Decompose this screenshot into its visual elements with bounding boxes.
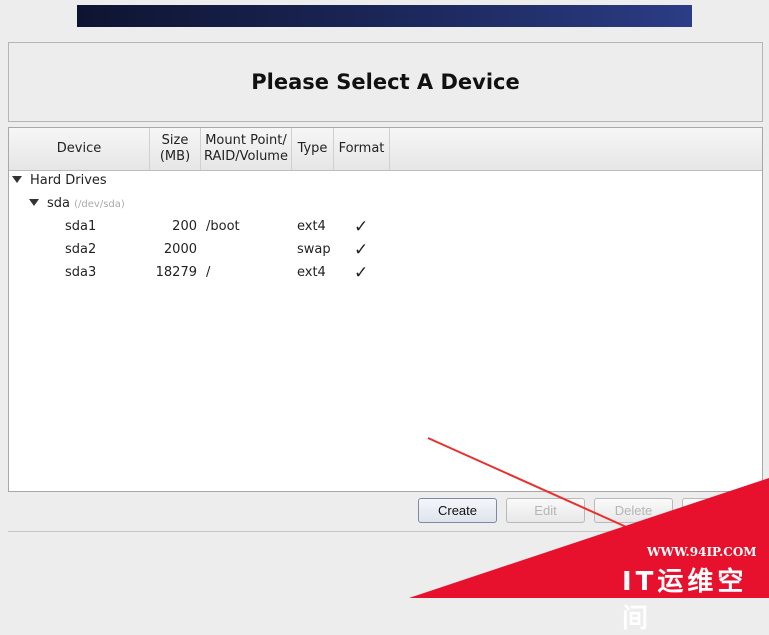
watermark-name: IT运维空间 [622,567,748,634]
watermark-url: WWW.94IP.COM [647,545,757,559]
